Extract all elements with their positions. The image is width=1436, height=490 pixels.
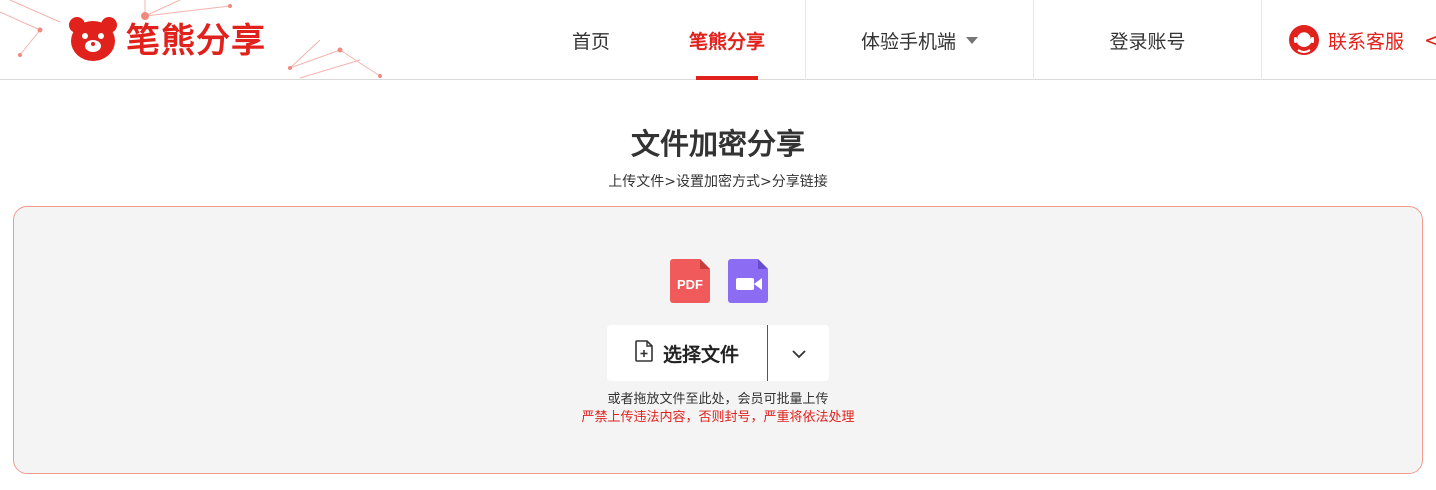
video-file-icon [728, 259, 770, 307]
nav-item-home[interactable]: 首页 [560, 0, 622, 80]
top-navbar: 笔熊分享 首页 笔熊分享 体验手机端 登录账号 联系客服 < [0, 0, 1436, 80]
select-file-label: 选择文件 [662, 343, 739, 366]
upload-drop-zone[interactable]: PDF 选择文件 或者拖放文件至此处，会员可批量上传 严禁上传违法内容，否则封号… [13, 206, 1423, 474]
pdf-icon-label: PDF [677, 277, 703, 292]
select-file-button[interactable]: 选择文件 [607, 325, 767, 381]
nav-item-label: 笔熊分享 [688, 30, 765, 53]
nav-item-label: 体验手机端 [860, 30, 956, 53]
nav-item-label: 首页 [571, 30, 610, 53]
nav-item-label: 登录账号 [1109, 30, 1186, 53]
nav-item-login[interactable]: 登录账号 [1034, 0, 1261, 80]
bear-logo-icon [68, 16, 118, 66]
select-file-group: 选择文件 [607, 325, 829, 381]
file-type-icons: PDF [670, 259, 770, 307]
nav-divider [1261, 0, 1262, 80]
brand-logo[interactable]: 笔熊分享 [68, 16, 266, 66]
caret-down-icon [966, 36, 978, 44]
step-breadcrumb: 上传文件>设置加密方式>分享链接 [608, 174, 828, 190]
page-title: 文件加密分享 [630, 127, 805, 161]
upload-options-dropdown[interactable] [768, 325, 829, 381]
drag-drop-hint: 或者拖放文件至此处，会员可批量上传 [607, 392, 829, 407]
brand-name: 笔熊分享 [126, 21, 266, 61]
customer-service-link[interactable]: 联系客服 [1280, 0, 1412, 80]
chevron-down-icon [791, 344, 807, 363]
pdf-file-icon: PDF [670, 259, 712, 307]
legal-warning: 严禁上传违法内容，否则封号，严重将依法处理 [581, 410, 855, 425]
customer-service-label: 联系客服 [1327, 30, 1404, 53]
active-nav-indicator [696, 76, 758, 80]
customer-service-icon [1288, 24, 1320, 56]
file-add-icon [635, 340, 653, 366]
collapse-arrow[interactable]: < [1424, 28, 1436, 52]
nav-item-share[interactable]: 笔熊分享 [684, 0, 770, 80]
nav-item-mobile[interactable]: 体验手机端 [806, 0, 1033, 80]
